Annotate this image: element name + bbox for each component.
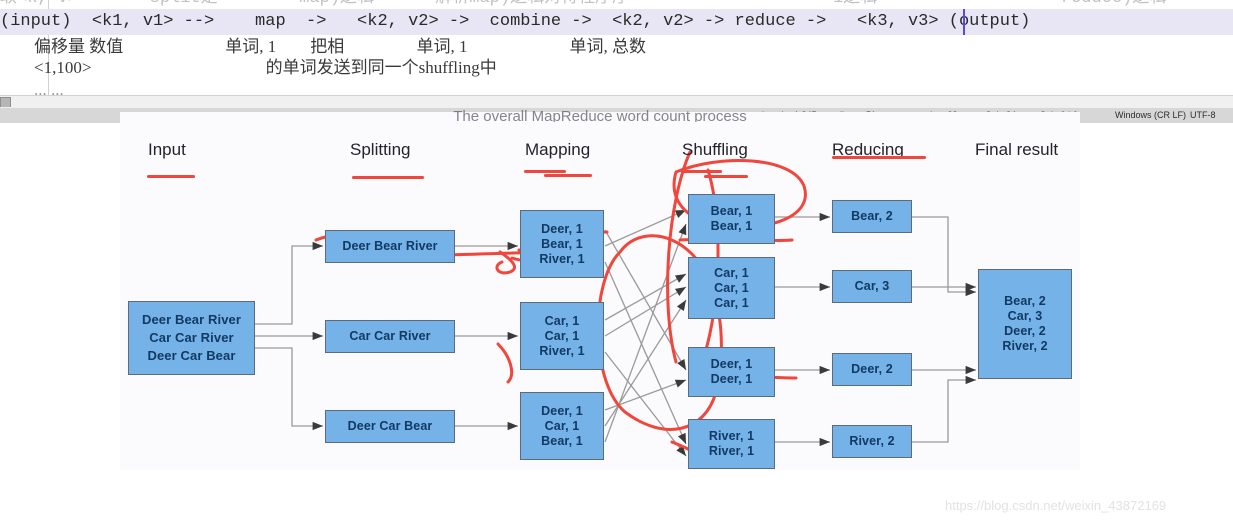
splitting-node-3[interactable]: Deer Car Bear <box>325 410 455 443</box>
mapping-node-1-line-3: River, 1 <box>539 251 585 266</box>
shuffling-river-line-1: River, 1 <box>708 429 755 443</box>
input-node[interactable]: Deer Bear River Car Car River Deer Car B… <box>128 301 255 375</box>
mark-under-shuffling-b <box>704 175 748 178</box>
editor-current-line[interactable]: (input) <k1, v1> --> map -> <k2, v2> -> … <box>0 9 1233 35</box>
column-header-input: Input <box>148 140 186 159</box>
mapreduce-diagram: The overall MapReduce word count process <box>120 108 1080 470</box>
mark-under-splitting <box>352 176 424 179</box>
mapping-node-3-line-2: Car, 1 <box>544 418 580 433</box>
shuffling-car-line-2: Car, 1 <box>714 280 749 295</box>
splitting-node-1[interactable]: Deer Bear River <box>325 230 455 263</box>
column-header-final-result: Final result <box>975 140 1059 159</box>
reducing-node-river[interactable]: River, 2 <box>832 425 912 458</box>
input-line-2: Car Car River <box>149 330 234 345</box>
reducing-car-line-1: Car, 3 <box>854 279 890 293</box>
splitting-node-3-line-1: Deer Car Bear <box>347 419 433 433</box>
splitting-node-1-line-1: Deer Bear River <box>342 239 438 253</box>
mapping-node-2[interactable]: Car, 1 Car, 1 River, 1 <box>520 302 604 370</box>
reducing-node-bear[interactable]: Bear, 2 <box>832 200 912 233</box>
shuffling-car-line-1: Car, 1 <box>714 265 749 280</box>
final-result-node[interactable]: Bear, 2 Car, 3 Deer, 2 River, 2 <box>978 269 1072 379</box>
shuffling-car-line-3: Car, 1 <box>714 295 749 310</box>
mapping-node-2-line-2: Car, 1 <box>544 328 580 343</box>
mapping-node-3-line-3: Bear, 1 <box>541 433 583 448</box>
reducing-node-deer[interactable]: Deer, 2 <box>832 353 912 386</box>
reducing-deer-line-1: Deer, 2 <box>851 362 893 376</box>
column-header-shuffling: Shuffling <box>682 140 748 159</box>
shuffling-bear-line-2: Bear, 1 <box>710 219 753 233</box>
shuffling-deer-line-2: Deer, 1 <box>710 372 753 386</box>
reducing-node-car[interactable]: Car, 3 <box>832 270 912 303</box>
shuffling-node-car[interactable]: Car, 1 Car, 1 Car, 1 <box>688 257 775 319</box>
final-result-line-4: River, 2 <box>1002 339 1048 353</box>
reducing-bear-line-1: Bear, 2 <box>851 209 893 223</box>
editor-annotation-line-2: <1,100> 的单词发送到同一个shuffling中 <box>0 58 497 77</box>
mapping-node-2-line-3: River, 1 <box>539 343 585 358</box>
mapping-node-1-line-1: Deer, 1 <box>541 221 583 236</box>
shuffling-deer-line-1: Deer, 1 <box>710 357 753 371</box>
column-header-splitting: Splitting <box>350 140 411 159</box>
status-eol-format[interactable]: Windows (CR LF) <box>1115 108 1186 123</box>
final-result-line-3: Deer, 2 <box>1004 324 1046 338</box>
splitting-node-2[interactable]: Car Car River <box>325 320 455 353</box>
splitting-node-2-line-1: Car Car River <box>349 329 431 343</box>
shuffling-river-line-2: River, 1 <box>708 444 755 458</box>
final-result-line-1: Bear, 2 <box>1004 294 1046 308</box>
input-line-3: Deer Car Bear <box>147 348 236 363</box>
text-caret <box>963 9 965 35</box>
mapping-node-3[interactable]: Deer, 1 Car, 1 Bear, 1 <box>520 392 604 460</box>
final-result-line-2: Car, 3 <box>1007 309 1043 323</box>
column-header-mapping: Mapping <box>525 140 591 159</box>
reducing-river-line-1: River, 2 <box>849 434 895 448</box>
mark-under-mapping-b <box>544 174 592 177</box>
mark-under-reducing <box>832 156 926 159</box>
notepad-editor-area[interactable]: 取<k, v> split是 map)逻辑 解析map)逻辑对待程序序 1逻辑 … <box>0 0 1233 95</box>
input-line-1: Deer Bear River <box>141 312 242 327</box>
mark-under-input <box>147 175 195 178</box>
mark-under-mapping-a <box>524 170 566 173</box>
mark-under-shuffling-a <box>682 170 722 173</box>
watermark: https://blog.csdn.net/weixin_43872169 <box>945 498 1167 513</box>
status-encoding[interactable]: UTF-8 <box>1190 108 1216 123</box>
mapping-node-2-line-1: Car, 1 <box>544 313 580 328</box>
shuffling-node-deer[interactable]: Deer, 1 Deer, 1 <box>688 347 775 397</box>
shuffling-bear-line-1: Bear, 1 <box>710 204 753 218</box>
mapping-node-3-line-1: Deer, 1 <box>541 403 583 418</box>
shuffling-node-river[interactable]: River, 1 River, 1 <box>688 419 775 469</box>
editor-annotation-line-3: ... ... <box>0 80 64 95</box>
mapping-node-1[interactable]: Deer, 1 Bear, 1 River, 1 <box>520 210 604 278</box>
shuffling-node-bear[interactable]: Bear, 1 Bear, 1 <box>688 194 775 244</box>
diagram-title: The overall MapReduce word count process <box>453 108 747 122</box>
mapping-node-1-line-2: Bear, 1 <box>541 236 583 251</box>
